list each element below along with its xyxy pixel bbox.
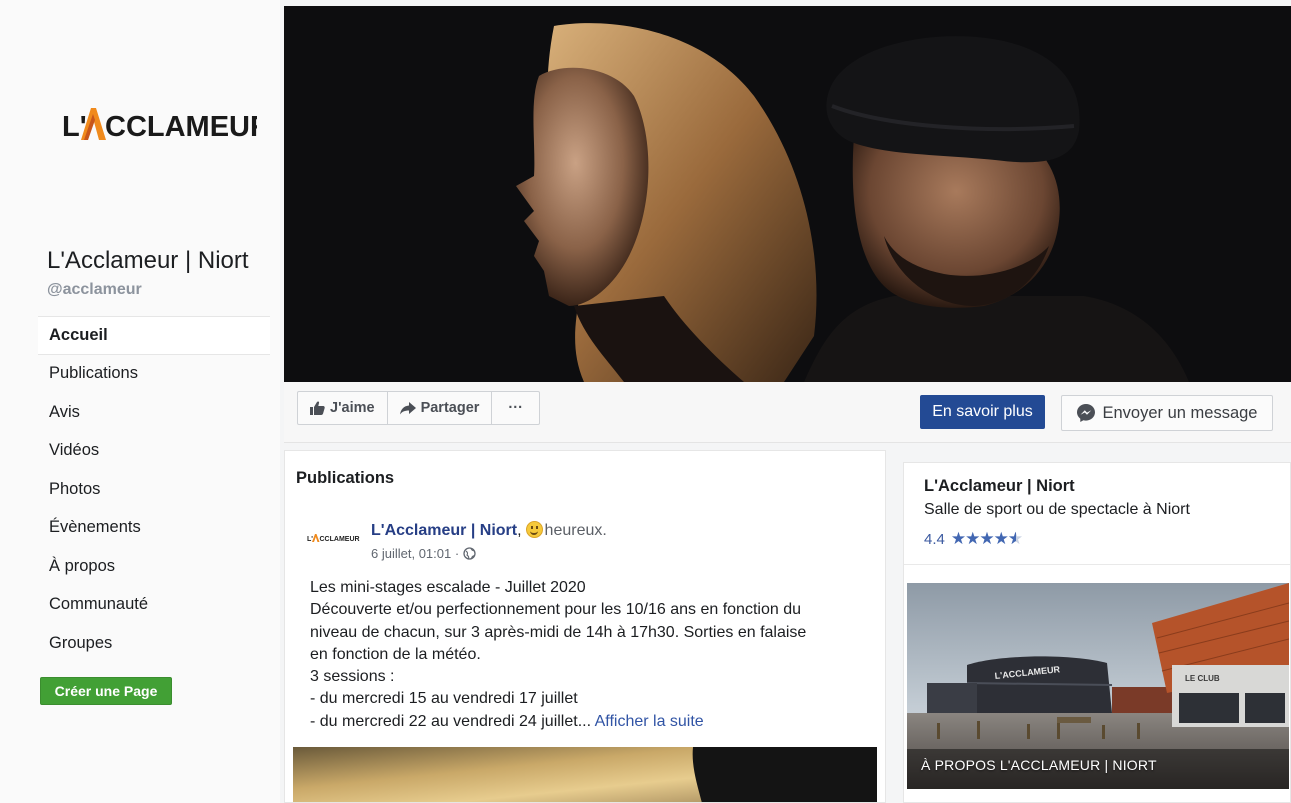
page-handle[interactable]: @acclameur [47, 281, 142, 299]
info-rating[interactable]: 4.4 ★★★★★★ [924, 529, 1023, 549]
nav-item-photos[interactable]: Photos [38, 470, 270, 509]
post-line: - du mercredi 22 au vendredi 24 juillet.… [310, 712, 592, 730]
post-author-link[interactable]: L'Acclameur | Niort [371, 522, 517, 539]
rating-value: 4.4 [924, 530, 945, 548]
nav-item-evenements[interactable]: Évènements [38, 509, 270, 548]
thumbs-up-icon [310, 401, 325, 415]
post-line: 3 sessions : [310, 668, 395, 686]
post-line: niveau de chacun, sur 3 après-midi de 14… [310, 623, 807, 641]
svg-text:CCLAMEUR: CCLAMEUR [320, 536, 360, 543]
nav-item-accueil[interactable]: Accueil [38, 316, 270, 355]
info-divider [904, 564, 1290, 565]
publications-heading: Publications [296, 469, 395, 487]
post-image[interactable] [293, 747, 877, 802]
full-stars: ★★★★ [950, 529, 1009, 548]
post-line: en fonction de la météo. [310, 645, 481, 663]
acclameur-mini-logo-icon: L' CCLAMEUR [307, 534, 360, 543]
nav-item-publications[interactable]: Publications [38, 355, 270, 394]
post-photo [293, 747, 877, 802]
publications-card: Publications L' CCLAMEUR L'Acclameur | N… [284, 450, 886, 803]
info-page-name[interactable]: L'Acclameur | Niort [924, 477, 1075, 496]
ellipsis-icon: ··· [508, 400, 523, 416]
post-separator: , [517, 522, 522, 539]
post-avatar[interactable]: L' CCLAMEUR [307, 527, 361, 549]
nav-item-avis[interactable]: Avis [38, 393, 270, 432]
svg-text:CCLAMEUR: CCLAMEUR [105, 111, 257, 143]
post-line: Découverte et/ou perfectionnement pour l… [310, 601, 801, 619]
share-label: Partager [420, 400, 480, 416]
messenger-icon [1077, 404, 1096, 422]
cover-image [284, 6, 1291, 382]
post-header: L'Acclameur | Niort, heureux. [371, 521, 607, 540]
post-text: Les mini-stages escalade - Juillet 2020 … [310, 577, 880, 733]
nav-item-communaute[interactable]: Communauté [38, 586, 270, 625]
post-timestamp[interactable]: 6 juillet, 01:01 · [371, 546, 459, 561]
happy-face-icon [525, 521, 543, 538]
nav-item-videos[interactable]: Vidéos [38, 432, 270, 471]
about-photo[interactable]: L'ACCLAMEUR LE CLUB À PROPOS L'ACCLAMEUR… [907, 583, 1289, 789]
nav-item-groupes[interactable]: Groupes [38, 624, 270, 663]
left-column: L' CCLAMEUR L'Acclameur | Niort @acclame… [0, 0, 280, 803]
share-button[interactable]: Partager [388, 392, 493, 424]
post-line: Les mini-stages escalade - Juillet 2020 [310, 579, 586, 596]
post-line-last: - du mercredi 22 au vendredi 24 juillet.… [310, 711, 880, 733]
send-message-label: Envoyer un message [1102, 403, 1258, 422]
nav-item-a-propos[interactable]: À propos [38, 547, 270, 586]
post-feeling: heureux. [544, 522, 607, 539]
see-more-link[interactable]: Afficher la suite [595, 713, 704, 730]
page-action-bar: J'aime Partager ··· En savoir plus Envoy… [284, 382, 1291, 443]
share-arrow-icon [399, 402, 416, 415]
post-line: - du mercredi 15 au vendredi 17 juillet [310, 690, 578, 708]
learn-more-button[interactable]: En savoir plus [920, 395, 1045, 429]
action-button-group: J'aime Partager ··· [297, 391, 540, 425]
page-info-card: L'Acclameur | Niort Salle de sport ou de… [903, 462, 1291, 803]
page-title: L'Acclameur | Niort [47, 247, 249, 274]
acclameur-logo-icon: L' CCLAMEUR [62, 108, 257, 143]
globe-icon [463, 547, 476, 560]
half-star-icon: ★★ [1007, 529, 1023, 548]
more-options-button[interactable]: ··· [492, 392, 539, 424]
svg-text:LE CLUB: LE CLUB [1185, 674, 1220, 683]
post-meta: 6 juillet, 01:01 · [371, 546, 476, 561]
like-label: J'aime [330, 400, 375, 416]
create-page-button[interactable]: Créer une Page [40, 677, 172, 705]
page-logo[interactable]: L' CCLAMEUR [62, 100, 257, 150]
about-label: À PROPOS L'ACCLAMEUR | NIORT [921, 757, 1157, 773]
star-rating-icon: ★★★★★★ [950, 529, 1023, 549]
cover-photo[interactable] [284, 6, 1291, 382]
send-message-button[interactable]: Envoyer un message [1061, 395, 1273, 431]
page-nav: Accueil Publications Avis Vidéos Photos … [38, 316, 270, 663]
like-button[interactable]: J'aime [298, 392, 388, 424]
info-category: Salle de sport ou de spectacle à Niort [924, 501, 1190, 518]
